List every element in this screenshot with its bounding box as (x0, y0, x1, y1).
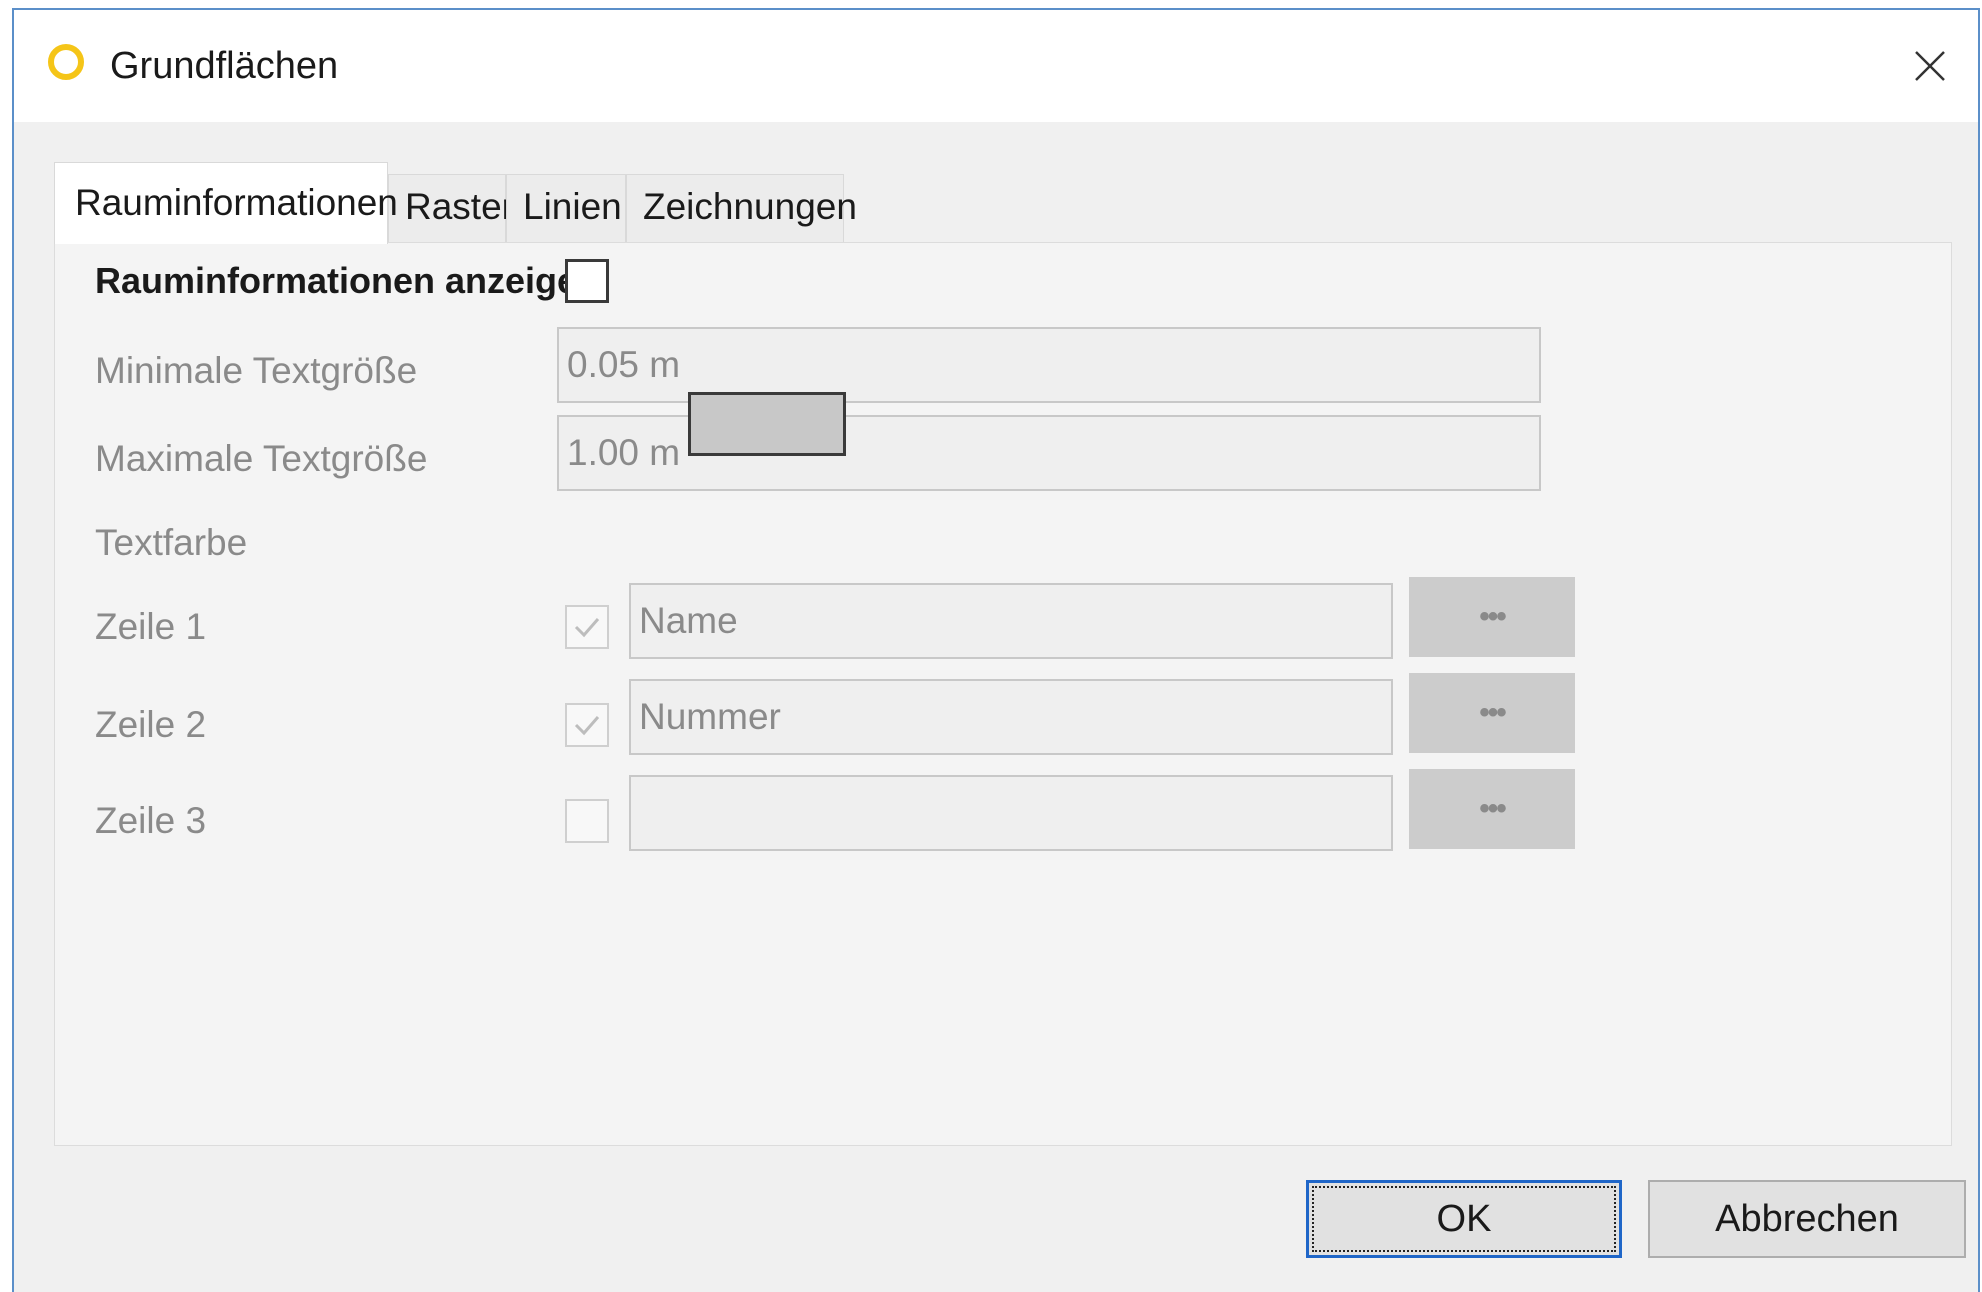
row-2-checkbox[interactable] (565, 703, 609, 747)
text-color-label: Textfarbe (95, 522, 248, 563)
row-3-checkbox[interactable] (565, 799, 609, 843)
close-button[interactable] (1898, 34, 1962, 98)
min-text-size-label: Minimale Textgröße (95, 350, 418, 391)
row-3-more-button[interactable]: ••• (1409, 769, 1575, 849)
show-info-label: Rauminformationen anzeigen (95, 260, 600, 301)
max-text-size-label: Maximale Textgröße (95, 438, 428, 479)
cancel-button[interactable]: Abbrechen (1648, 1180, 1966, 1258)
text-color-swatch[interactable] (688, 392, 846, 456)
app-ring-icon (48, 44, 84, 80)
row-1-checkbox[interactable] (565, 605, 609, 649)
row-1-more-button[interactable]: ••• (1409, 577, 1575, 657)
window-title: Grundflächen (110, 45, 339, 87)
title-bar: Grundflächen (14, 10, 1978, 122)
tab-panel-rauminformationen: Rauminformationen anzeigen Minimale Text… (54, 242, 1952, 1146)
row-1-label: Zeile 1 (95, 606, 207, 647)
row-1-field[interactable]: Name (629, 583, 1393, 659)
show-info-checkbox[interactable] (565, 259, 609, 303)
row-2-more-button[interactable]: ••• (1409, 673, 1575, 753)
row-2-label: Zeile 2 (95, 704, 207, 745)
dialog-window: Grundflächen Rauminformationen Raster Li… (12, 8, 1980, 1292)
row-2-field[interactable]: Nummer (629, 679, 1393, 755)
row-3-label: Zeile 3 (95, 800, 207, 841)
close-icon (1915, 51, 1945, 81)
ok-button[interactable]: OK (1306, 1180, 1622, 1258)
checkmark-icon (574, 618, 600, 638)
row-3-field[interactable] (629, 775, 1393, 851)
tab-raster[interactable]: Raster (388, 174, 514, 242)
tab-linien[interactable]: Linien (506, 174, 626, 242)
tab-zeichnungen[interactable]: Zeichnungen (626, 174, 857, 242)
tab-rauminformationen[interactable]: Rauminformationen (54, 162, 398, 244)
checkmark-icon (574, 716, 600, 736)
